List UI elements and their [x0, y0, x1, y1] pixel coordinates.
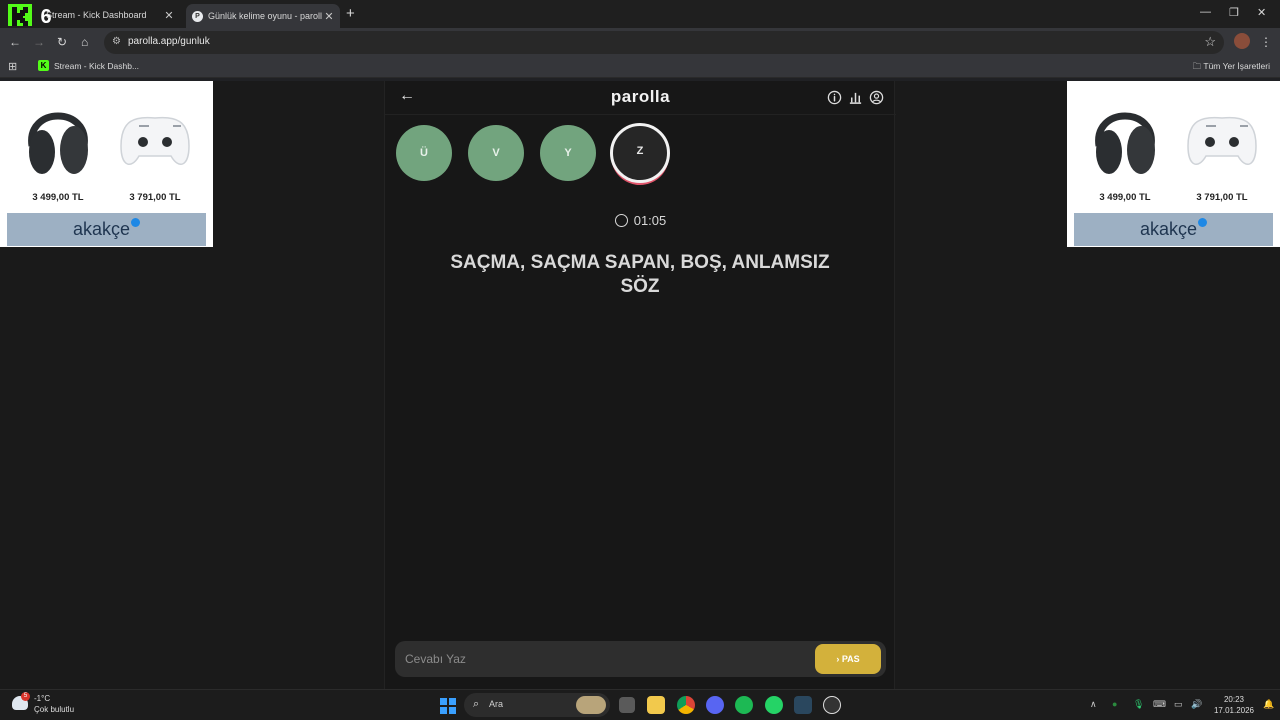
ad-brand-logo: akakçe [72, 219, 131, 239]
browser-toolbar: ← → ↻ ⌂ ⚙ parolla.app/gunluk ☆ ⋮ [0, 28, 1280, 56]
search-icon: ⌕ [473, 698, 480, 710]
obs-icon[interactable] [823, 696, 841, 714]
site-info-icon[interactable]: ⚙ [112, 36, 121, 47]
letter-circle-z-active: Z [610, 123, 670, 183]
new-tab-icon[interactable]: + [346, 5, 355, 22]
ad-brand-logo: akakçe [1139, 219, 1198, 239]
url-text: parolla.app/gunluk [128, 36, 210, 47]
spotify-icon[interactable] [735, 696, 753, 714]
ad-product-gamepad[interactable]: 3 791,00 TL [107, 84, 203, 206]
folder-icon: 🗀 [1192, 61, 1202, 71]
tab-parolla[interactable]: P Günlük kelime oyunu - parolla ✕ [186, 4, 340, 28]
close-icon[interactable]: ✕ [322, 10, 336, 23]
chrome-icon[interactable] [677, 696, 695, 714]
close-window-icon[interactable]: ✕ [1257, 6, 1266, 19]
back-icon[interactable]: ← [9, 34, 21, 50]
profile-avatar[interactable] [1234, 33, 1250, 49]
answer-box: › PAS [395, 641, 886, 677]
bookmarks-bar: ⊞ K Stream - Kick Dashb... 🗀 Tüm Yer İşa… [0, 56, 1280, 78]
game-header: ← parolla [385, 81, 896, 115]
address-bar[interactable]: ⚙ parolla.app/gunluk ☆ [104, 31, 1224, 54]
file-explorer-icon[interactable] [647, 696, 665, 714]
restore-icon[interactable]: ❐ [1229, 6, 1239, 19]
whatsapp-icon[interactable] [765, 696, 783, 714]
parolla-logo: parolla [610, 87, 671, 106]
tab-title: Stream - Kick Dashboard [46, 10, 147, 20]
verified-icon [131, 218, 141, 227]
chevron-right-icon: › [836, 654, 840, 664]
windows-start-icon[interactable] [440, 698, 456, 714]
clock-time: 20:23 [1223, 695, 1245, 704]
close-icon[interactable]: ✕ [162, 9, 176, 22]
ad-brand-bar[interactable]: akakçe [7, 213, 206, 246]
menu-icon[interactable]: ⋮ [1260, 34, 1272, 50]
ad-banner-right[interactable]: 3 499,00 TL 3 791,00 TL akakçe [1067, 81, 1280, 247]
task-view-icon[interactable] [619, 697, 635, 713]
minimize-icon[interactable]: — [1200, 6, 1211, 18]
keyboard-icon[interactable]: ⌨ [1153, 699, 1166, 710]
search-label: Ara [489, 699, 504, 709]
weather-temp: -1°C [34, 694, 51, 703]
all-bookmarks-folder[interactable]: 🗀 Tüm Yer İşaretleri [1193, 61, 1270, 75]
ad-price: 3 791,00 TL [1196, 192, 1248, 203]
stats-icon[interactable] [848, 90, 863, 105]
all-bookmarks-label: Tüm Yer İşaretleri [1203, 61, 1270, 71]
forward-icon[interactable]: → [33, 34, 45, 50]
system-clock[interactable]: 20:23 17.01.2026 [1212, 694, 1256, 716]
ad-brand-bar[interactable]: akakçe [1074, 213, 1273, 246]
ad-product-gamepad[interactable]: 3 791,00 TL [1174, 84, 1270, 206]
kick-favicon-icon: K [38, 60, 49, 71]
timer-value: 01:05 [633, 213, 667, 228]
search-highlight-image [576, 696, 606, 714]
page-content: 3 499,00 TL 3 791,00 TL akakçe 3 499,00 … [0, 81, 1280, 689]
tab-strip: 6 Stream - Kick Dashboard ✕ P Günlük kel… [0, 0, 1280, 28]
answer-input[interactable] [395, 641, 805, 677]
headphones-icon [1095, 112, 1155, 174]
notifications-icon[interactable]: 🔔 [1263, 699, 1274, 710]
bookmark-label: Stream - Kick Dashb... [54, 60, 140, 71]
game-panel: ← parolla Ü V Y Z 01:05 SAÇMA, SAÇMA SAP… [384, 81, 896, 689]
apps-grid-icon[interactable]: ⊞ [8, 60, 17, 73]
info-icon[interactable] [827, 90, 842, 105]
parolla-favicon-icon: P [192, 10, 203, 22]
windows-taskbar: 5 -1°C Çok bulutlu ⌕ Ara ∧ ● 🎙 ⌨ ▭ 🔊 20:… [0, 689, 1280, 720]
home-icon[interactable]: ⌂ [81, 34, 88, 50]
tray-app-icon[interactable]: ● [1112, 699, 1117, 709]
ad-price: 3 499,00 TL [32, 192, 84, 203]
gamepad-icon [120, 116, 190, 165]
ad-price: 3 791,00 TL [129, 192, 181, 203]
taskbar-search[interactable]: ⌕ Ara [464, 693, 610, 717]
chevron-up-icon[interactable]: ∧ [1090, 699, 1097, 710]
steam-icon[interactable] [794, 696, 812, 714]
ad-product-headphones[interactable]: 3 499,00 TL [1077, 84, 1173, 206]
tab-kick-dashboard[interactable]: Stream - Kick Dashboard ✕ [40, 4, 180, 26]
microphone-icon[interactable]: 🎙 [1133, 699, 1144, 710]
headphones-icon [28, 112, 88, 174]
question-text: SAÇMA, SAÇMA SAPAN, BOŞ, ANLAMSIZ SÖZ [450, 252, 830, 297]
ad-price: 3 499,00 TL [1099, 192, 1151, 203]
clock-icon [614, 214, 628, 227]
timer: 01:05 [385, 213, 896, 228]
bookmark-kick[interactable]: K Stream - Kick Dashb... [38, 60, 139, 71]
letter-circle-v: V [468, 125, 524, 181]
user-icon[interactable] [869, 90, 884, 105]
pass-button[interactable]: › PAS [815, 644, 881, 674]
verified-icon [1198, 218, 1208, 227]
discord-icon[interactable] [706, 696, 724, 714]
volume-icon[interactable]: 🔊 [1191, 699, 1202, 710]
letter-circle-u: Ü [396, 125, 452, 181]
ad-banner-left[interactable]: 3 499,00 TL 3 791,00 TL akakçe [0, 81, 213, 247]
bookmark-star-icon[interactable]: ☆ [1204, 34, 1216, 50]
pass-label: PAS [841, 654, 860, 664]
notification-badge: 5 [21, 692, 30, 701]
tab-title: Günlük kelime oyunu - parolla [208, 11, 322, 21]
network-icon[interactable]: ▭ [1174, 699, 1183, 710]
ad-product-headphones[interactable]: 3 499,00 TL [10, 84, 106, 206]
reload-icon[interactable]: ↻ [57, 34, 67, 50]
clock-date: 17.01.2026 [1213, 706, 1255, 715]
gamepad-icon [1187, 116, 1257, 165]
letter-circle-y: Y [540, 125, 596, 181]
weather-condition: Çok bulutlu [34, 705, 75, 714]
